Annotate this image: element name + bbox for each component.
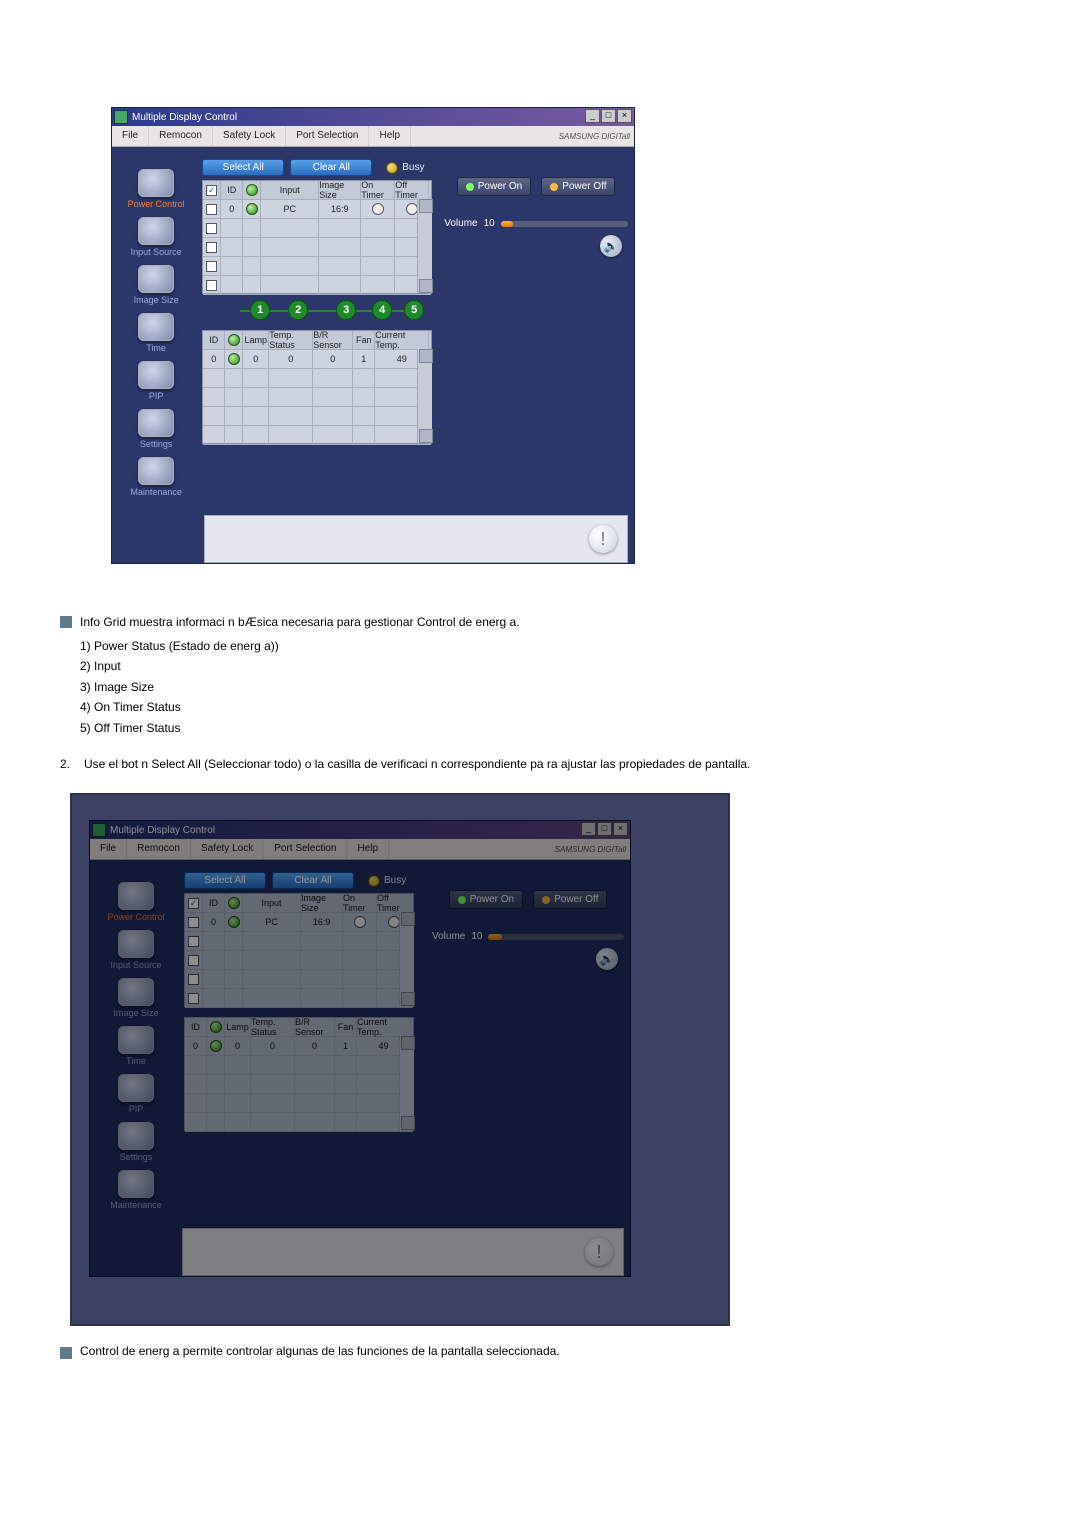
on-timer-radio[interactable] <box>372 203 384 215</box>
sidebar-item-power-control[interactable]: Power Control <box>116 165 196 213</box>
maintenance-icon <box>138 457 174 485</box>
callout-4: 4 <box>372 300 392 320</box>
list-item: 4) On Timer Status <box>80 697 1020 718</box>
table-row[interactable] <box>203 238 431 257</box>
row-checkbox[interactable] <box>206 261 217 272</box>
table-row[interactable]: 0 0 0 0 1 49 <box>203 350 431 369</box>
power-led-icon <box>246 203 258 215</box>
minimize-button[interactable]: _ <box>585 109 600 123</box>
table-row[interactable] <box>203 388 431 407</box>
square-bullet-icon <box>60 616 72 628</box>
maximize-button[interactable]: □ <box>601 109 616 123</box>
table-row[interactable] <box>203 276 431 295</box>
volume-value: 10 <box>484 218 495 229</box>
app-window: Multiple Display Control _ □ × File Remo… <box>112 108 634 563</box>
info-text-1: Info Grid muestra informaci n bÆsica nec… <box>80 613 520 632</box>
volume-row: Volume 10 <box>444 218 628 229</box>
right-panel: Power On Power Off Volume 10 🔈 <box>438 147 634 507</box>
final-text: Control de energ a permite controlar alg… <box>80 1344 560 1359</box>
power-off-dot-icon <box>550 183 558 191</box>
row-checkbox[interactable] <box>206 223 217 234</box>
maximize-button[interactable]: □ <box>597 822 612 836</box>
list-item: 3) Image Size <box>80 677 1020 698</box>
input-source-icon <box>138 217 174 245</box>
settings-icon <box>138 409 174 437</box>
para2-text: Use el bot n Select All (Seleccionar tod… <box>84 755 750 774</box>
off-timer-radio[interactable] <box>406 203 418 215</box>
select-all-button[interactable]: Select All <box>202 159 284 176</box>
table-row[interactable] <box>203 219 431 238</box>
alert-icon: ! <box>589 525 617 553</box>
callout-2: 2 <box>288 300 308 320</box>
table-row[interactable] <box>203 369 431 388</box>
close-button[interactable]: × <box>613 822 628 836</box>
power-led-icon <box>228 334 240 346</box>
sidebar-item-pip[interactable]: PIP <box>116 357 196 405</box>
volume-slider[interactable] <box>501 221 628 227</box>
volume-label: Volume <box>444 218 477 229</box>
power-off-button[interactable]: Power Off <box>541 177 615 196</box>
grid-header: ID Lamp Temp. Status B/R Sensor Fan Curr… <box>203 331 431 350</box>
grid-header: ✓ ID Input Image Size On Timer Off Timer <box>203 181 431 200</box>
sidebar: Power Control Input Source Image Size Ti… <box>112 147 200 507</box>
status-strip: ! <box>204 515 628 563</box>
menubar: File Remocon Safety Lock Port Selection … <box>112 126 634 147</box>
info-sublist: 1) Power Status (Estado de energ a)) 2) … <box>80 636 1020 739</box>
power-on-dot-icon <box>466 183 474 191</box>
sidebar-item-time[interactable]: Time <box>116 309 196 357</box>
busy-indicator: Busy <box>386 162 424 174</box>
image-size-icon <box>138 265 174 293</box>
square-bullet-icon <box>60 1347 72 1359</box>
power-led-icon <box>228 353 240 365</box>
pip-icon <box>138 361 174 389</box>
brand-logo: SAMSUNG DIGITall <box>559 132 630 141</box>
minimize-button[interactable]: _ <box>581 822 596 836</box>
row-checkbox[interactable] <box>206 204 217 215</box>
table-row[interactable] <box>203 426 431 445</box>
sidebar-item-maintenance[interactable]: Maintenance <box>116 453 196 501</box>
power-on-button[interactable]: Power On <box>457 177 531 196</box>
callout-row: 1 2 3 4 5 <box>202 300 430 322</box>
screenshot-darkened: Multiple Display Control _ □ × File Remo… <box>70 793 730 1326</box>
grid-scrollbar[interactable] <box>417 199 432 293</box>
table-row[interactable] <box>203 257 431 276</box>
menu-remocon[interactable]: Remocon <box>149 126 213 146</box>
row-checkbox[interactable] <box>206 242 217 253</box>
row-checkbox[interactable] <box>206 280 217 291</box>
sidebar-item-input-source[interactable]: Input Source <box>116 213 196 261</box>
table-row[interactable]: 0 PC 16:9 <box>203 200 431 219</box>
titlebar[interactable]: Multiple Display Control _ □ × <box>112 108 634 126</box>
toolbar: Select All Clear All Busy <box>202 159 432 176</box>
main-area: Select All Clear All Busy ✓ ID Input Ima… <box>200 147 438 507</box>
window-controls: _ □ × <box>585 109 632 123</box>
list-item: 5) Off Timer Status <box>80 718 1020 739</box>
para2-num: 2. <box>60 755 78 774</box>
app-icon <box>92 823 106 837</box>
menu-port-selection[interactable]: Port Selection <box>286 126 369 146</box>
busy-dot-icon <box>386 162 398 174</box>
speaker-icon[interactable]: 🔈 <box>600 235 622 257</box>
menu-safety-lock[interactable]: Safety Lock <box>213 126 286 146</box>
callout-1: 1 <box>250 300 270 320</box>
callout-5: 5 <box>404 300 424 320</box>
power-led-icon <box>246 184 258 196</box>
menu-file[interactable]: File <box>112 126 149 146</box>
window-title: Multiple Display Control <box>132 112 237 123</box>
menu-help[interactable]: Help <box>369 126 411 146</box>
header-checkbox[interactable]: ✓ <box>206 185 217 196</box>
list-item: 2) Input <box>80 656 1020 677</box>
sidebar-item-image-size[interactable]: Image Size <box>116 261 196 309</box>
list-item: 1) Power Status (Estado de energ a)) <box>80 636 1020 657</box>
sidebar-item-settings[interactable]: Settings <box>116 405 196 453</box>
power-control-icon <box>138 169 174 197</box>
close-button[interactable]: × <box>617 109 632 123</box>
table-row[interactable] <box>203 407 431 426</box>
clear-all-button[interactable]: Clear All <box>290 159 372 176</box>
callout-3: 3 <box>336 300 356 320</box>
status-grid[interactable]: ID Lamp Temp. Status B/R Sensor Fan Curr… <box>202 330 432 444</box>
time-icon <box>138 313 174 341</box>
app-icon <box>114 110 128 124</box>
grid-scrollbar[interactable] <box>417 349 432 443</box>
info-grid[interactable]: ✓ ID Input Image Size On Timer Off Timer… <box>202 180 432 294</box>
